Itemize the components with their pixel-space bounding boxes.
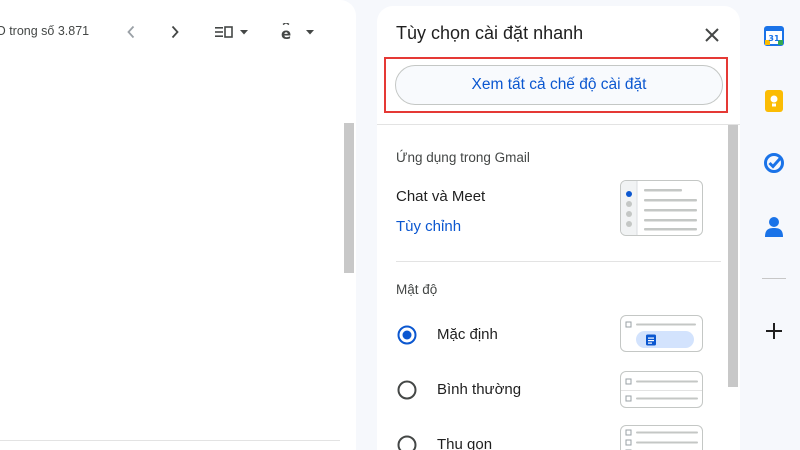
mail-scrollbar[interactable] (344, 123, 354, 273)
default-density-preview (625, 321, 696, 348)
close-button[interactable] (701, 24, 723, 46)
svg-text:e: e (281, 25, 291, 41)
quick-settings-content: Ứng dụng trong Gmail Chat và Meet Tùy ch… (377, 124, 740, 450)
density-compact-label: Thu gọn (437, 436, 493, 450)
input-tools-icon: e (281, 23, 314, 41)
apps-section-heading: Ứng dụng trong Gmail (396, 150, 530, 165)
keep-app-button[interactable] (762, 89, 786, 113)
density-compact-radio[interactable] (397, 435, 417, 450)
tasks-app-button[interactable] (762, 151, 786, 175)
density-comfortable-thumbnail (620, 371, 703, 408)
add-app-icon (766, 323, 782, 339)
split-view-icon (215, 26, 248, 38)
svg-text:31: 31 (768, 34, 780, 43)
split-view-button[interactable] (210, 18, 254, 46)
quick-settings-title: Tùy chọn cài đặt nhanh (396, 23, 584, 43)
density-section-heading: Mật độ (396, 282, 438, 297)
customize-link[interactable]: Tùy chỉnh (396, 218, 461, 235)
side-panel: 31 (748, 0, 800, 450)
density-default-radio[interactable] (397, 325, 417, 345)
density-compact-thumbnail (620, 425, 703, 450)
mail-divider (0, 440, 340, 441)
google-tasks-icon (764, 153, 784, 173)
chevron-right-icon (171, 25, 179, 39)
older-button[interactable] (166, 18, 184, 46)
section-divider (396, 261, 721, 262)
density-comfortable-label: Bình thường (437, 381, 522, 398)
quick-settings-panel: Tùy chọn cài đặt nhanh Xem tất cả chế độ… (377, 6, 740, 450)
see-all-settings-button[interactable]: Xem tất cả chế độ cài đặt (395, 65, 723, 105)
density-default-thumbnail (620, 315, 703, 352)
chat-meet-label: Chat và Meet (396, 188, 486, 205)
add-app-button[interactable] (762, 319, 786, 343)
mail-pane: O trong số 3.871 e (0, 0, 356, 450)
comfortable-density-preview (621, 378, 702, 402)
compact-density-preview (625, 429, 698, 450)
google-contacts-icon (765, 217, 783, 237)
message-count: O trong số 3.871 (0, 24, 90, 38)
mail-toolbar: O trong số 3.871 e (0, 14, 340, 50)
close-icon (705, 28, 719, 42)
newer-button[interactable] (122, 18, 140, 46)
side-panel-divider (762, 278, 786, 279)
density-default-label: Mặc định (437, 326, 498, 343)
google-keep-icon (765, 90, 783, 112)
chat-layout-preview (621, 181, 697, 235)
google-calendar-icon: 31 (764, 26, 784, 46)
quick-settings-scrollbar[interactable] (728, 125, 738, 387)
density-comfortable-radio[interactable] (397, 380, 417, 400)
contacts-app-button[interactable] (762, 215, 786, 239)
calendar-app-button[interactable]: 31 (762, 24, 786, 48)
chevron-left-icon (127, 25, 135, 39)
input-tools-button[interactable]: e (276, 18, 320, 46)
chat-meet-thumbnail (620, 180, 703, 236)
